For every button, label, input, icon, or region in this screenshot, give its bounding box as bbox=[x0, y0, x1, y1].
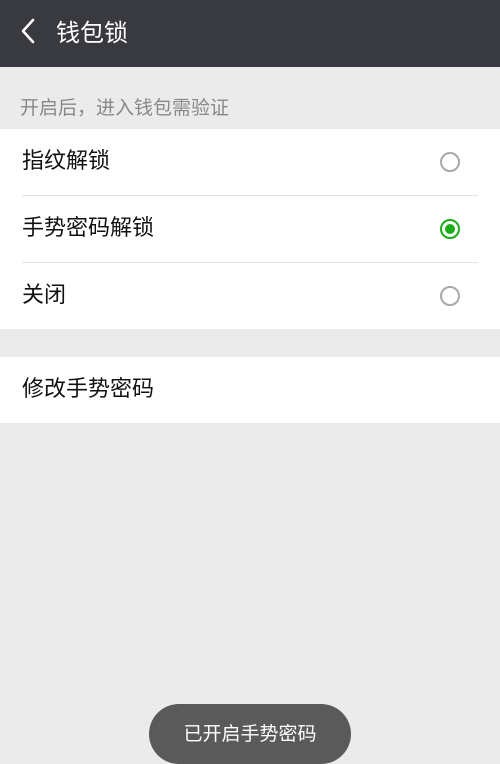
option-label: 手势密码解锁 bbox=[22, 216, 155, 241]
page-title: 钱包锁 bbox=[56, 19, 128, 47]
radio-unchecked-icon[interactable] bbox=[440, 286, 460, 306]
option-close[interactable]: 关闭 bbox=[0, 263, 500, 329]
section-hint: 开启后，进入钱包需验证 bbox=[20, 97, 230, 119]
modify-gesture-password-item[interactable]: 修改手势密码 bbox=[0, 357, 500, 423]
back-button[interactable] bbox=[8, 13, 48, 53]
top-bar: 钱包锁 bbox=[0, 0, 500, 67]
lock-options-group: 指纹解锁 手势密码解锁 关闭 bbox=[0, 129, 500, 329]
radio-unchecked-icon[interactable] bbox=[440, 152, 460, 172]
modify-gesture-group: 修改手势密码 bbox=[0, 357, 500, 423]
option-label: 关闭 bbox=[22, 283, 67, 308]
option-fingerprint-unlock[interactable]: 指纹解锁 bbox=[0, 129, 500, 195]
chevron-left-icon bbox=[20, 18, 36, 48]
option-label: 指纹解锁 bbox=[22, 149, 111, 174]
radio-checked-icon[interactable] bbox=[440, 219, 460, 239]
modify-gesture-label: 修改手势密码 bbox=[22, 377, 155, 402]
option-gesture-unlock[interactable]: 手势密码解锁 bbox=[0, 196, 500, 262]
toast-message: 已开启手势密码 bbox=[149, 704, 351, 764]
